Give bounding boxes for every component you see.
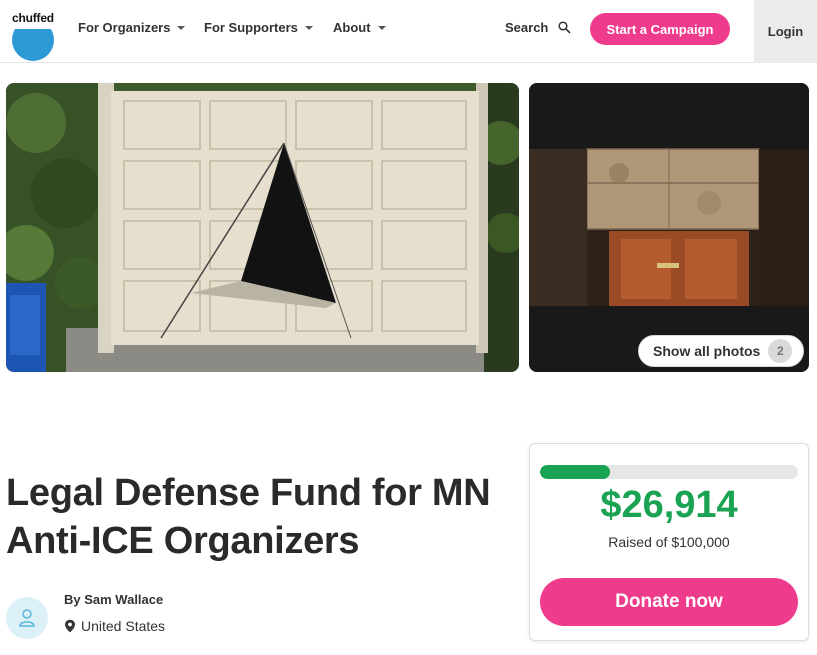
show-all-label: Show all photos — [653, 343, 761, 359]
nav-for-supporters[interactable]: For Supporters — [204, 20, 313, 35]
garage-door-image — [6, 83, 519, 372]
logo-mark — [12, 29, 54, 61]
location-text: United States — [81, 618, 166, 634]
boarded-door-image — [529, 83, 809, 372]
raised-amount: $26,914 — [600, 484, 738, 526]
nav-about[interactable]: About — [333, 20, 386, 35]
campaign-photo-boarded-door[interactable] — [529, 83, 809, 372]
nav-label: For Organizers — [78, 20, 171, 35]
photo-count-badge: 2 — [768, 339, 793, 363]
nav-for-organizers[interactable]: For Organizers — [78, 20, 186, 35]
goal-text: Raised of $100,000 — [608, 534, 730, 550]
funding-progress-bar — [540, 465, 798, 479]
campaign-location: United States — [64, 618, 165, 634]
chuffed-logo[interactable]: chuffed — [12, 11, 56, 61]
organizer-avatar[interactable] — [6, 597, 48, 639]
logo-wordmark: chuffed — [12, 11, 54, 25]
campaign-title: Legal Defense Fund for MN Anti-ICE Organ… — [6, 472, 491, 562]
show-all-photos-button[interactable]: Show all photos 2 — [638, 335, 804, 367]
location-pin-icon — [65, 619, 75, 633]
donate-now-button[interactable]: Donate now — [540, 578, 798, 626]
caret-down-icon — [177, 25, 186, 30]
start-campaign-button[interactable]: Start a Campaign — [590, 13, 730, 45]
search-icon — [558, 21, 571, 34]
caret-down-icon — [304, 25, 313, 30]
funding-progress-fill — [540, 465, 610, 479]
caret-down-icon — [377, 25, 386, 30]
donation-card: $26,914 Raised of $100,000 Donate now — [529, 443, 809, 641]
search-button[interactable]: Search — [505, 20, 571, 35]
organizer-name[interactable]: By Sam Wallace — [64, 592, 163, 607]
nav-label: About — [333, 20, 371, 35]
nav-label: For Supporters — [204, 20, 298, 35]
login-button[interactable]: Login — [754, 0, 817, 63]
search-label: Search — [505, 20, 549, 35]
user-icon — [19, 609, 35, 627]
site-header: chuffed For Organizers For Supporters Ab… — [0, 0, 817, 63]
campaign-photo-garage-door[interactable] — [6, 83, 519, 372]
